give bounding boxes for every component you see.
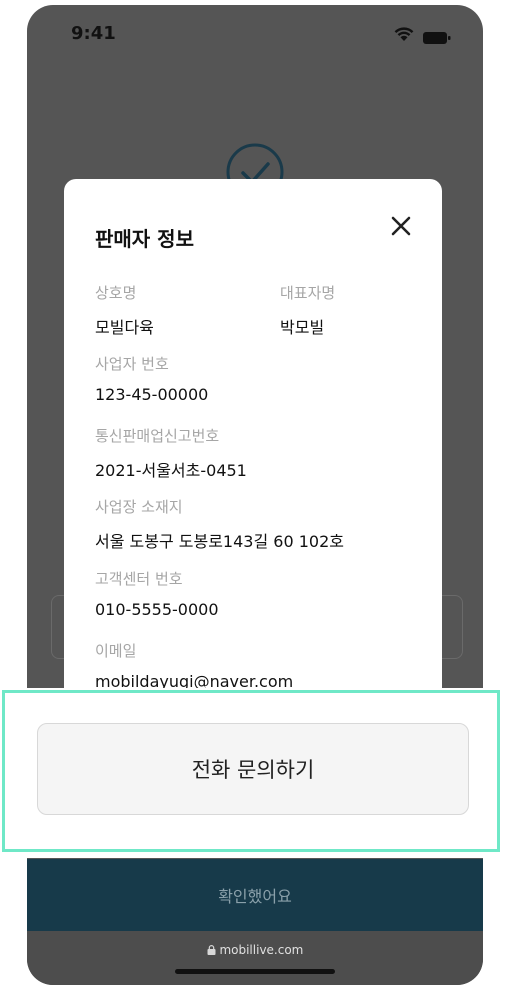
- url-text: mobillive.com: [219, 943, 304, 957]
- label-mail-order-number: 통신판매업신고번호: [95, 427, 220, 445]
- battery-icon: [423, 29, 451, 48]
- browser-url-bar: mobillive.com: [27, 931, 483, 985]
- value-business-number: 123-45-00000: [95, 385, 209, 404]
- label-business-address: 사업장 소재지: [95, 498, 183, 516]
- call-inquiry-label: 전화 문의하기: [191, 758, 315, 782]
- home-indicator: [175, 969, 335, 974]
- close-button[interactable]: [384, 209, 418, 243]
- value-customer-center: 010-5555-0000: [95, 600, 219, 619]
- value-mail-order-number: 2021-서울서초-0451: [95, 461, 247, 480]
- label-company-name: 상호명: [95, 284, 137, 302]
- value-business-address: 서울 도봉구 도봉로143길 60 102호: [95, 532, 344, 551]
- status-time: 9:41: [71, 23, 116, 44]
- status-bar: 9:41: [27, 5, 483, 65]
- confirm-button-label: 확인했어요: [218, 887, 292, 906]
- modal-title: 판매자 정보: [95, 227, 194, 251]
- value-representative: 박모빌: [280, 318, 325, 337]
- call-inquiry-button[interactable]: 전화 문의하기: [37, 723, 469, 815]
- wifi-icon: [393, 26, 415, 46]
- label-representative: 대표자명: [280, 284, 336, 302]
- label-business-number: 사업자 번호: [95, 355, 169, 373]
- url-display[interactable]: mobillive.com: [27, 943, 483, 957]
- seller-info-modal: 판매자 정보 상호명 모빌다육 대표자명 박모빌 사업자 번호 123-45-0…: [64, 179, 442, 709]
- label-email: 이메일: [95, 642, 137, 660]
- value-company-name: 모빌다육: [95, 318, 154, 337]
- label-customer-center: 고객센터 번호: [95, 570, 183, 588]
- lock-icon: [207, 943, 220, 957]
- close-icon: [384, 216, 418, 247]
- confirm-button[interactable]: 확인했어요: [27, 859, 483, 931]
